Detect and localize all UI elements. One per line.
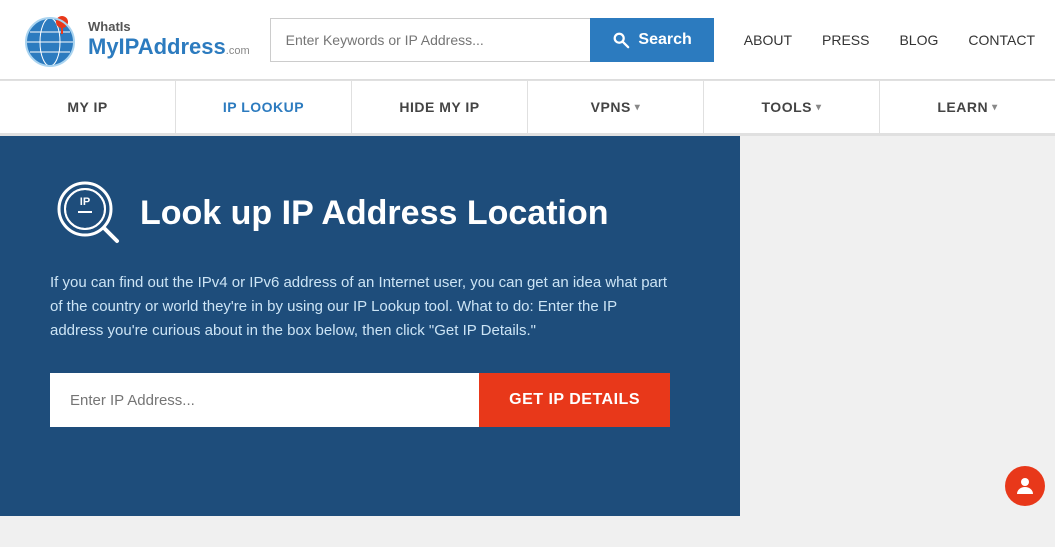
search-button[interactable]: Search (590, 18, 713, 62)
nav-item-my-ip[interactable]: MY IP (0, 81, 176, 133)
logo[interactable]: WhatIs MyIPAddress.com (20, 10, 250, 70)
svg-text:IP: IP (80, 196, 90, 208)
header: WhatIs MyIPAddress.com Search ABOUT PRES… (0, 0, 1055, 80)
nav-item-learn[interactable]: LEARN ▾ (880, 81, 1055, 133)
search-icon (612, 31, 630, 49)
ip-lookup-header: IP Look up IP Address Location (50, 176, 690, 251)
logo-whatis: WhatIs (88, 20, 250, 34)
ip-lookup-description: If you can find out the IPv4 or IPv6 add… (50, 271, 670, 343)
nav-item-hide-my-ip[interactable]: HIDE MY IP (352, 81, 528, 133)
top-nav-contact[interactable]: CONTACT (968, 32, 1035, 48)
ip-magnifier-icon: IP (50, 176, 125, 251)
main-nav: MY IP IP LOOKUP HIDE MY IP VPNS ▾ TOOLS … (0, 80, 1055, 136)
sidebar-person-icon (1005, 466, 1045, 506)
ip-lookup-title: Look up IP Address Location (140, 195, 609, 232)
nav-item-ip-lookup[interactable]: IP LOOKUP (176, 81, 352, 133)
logo-com: .com (226, 45, 250, 57)
sidebar (740, 136, 1055, 516)
main-content: IP Look up IP Address Location If you ca… (0, 136, 740, 516)
get-ip-details-button[interactable]: GET IP DETAILS (479, 373, 670, 427)
search-button-label: Search (638, 31, 691, 49)
logo-address: Address (138, 34, 226, 59)
learn-dropdown-arrow: ▾ (992, 102, 998, 113)
top-nav-press[interactable]: PRESS (822, 32, 869, 48)
search-area: Search (270, 18, 714, 62)
logo-text: WhatIs MyIPAddress.com (88, 20, 250, 58)
nav-item-vpns[interactable]: VPNS ▾ (528, 81, 704, 133)
person-icon (1013, 474, 1037, 498)
top-nav: ABOUT PRESS BLOG CONTACT (744, 32, 1035, 48)
tools-dropdown-arrow: ▾ (816, 102, 822, 113)
nav-item-tools[interactable]: TOOLS ▾ (704, 81, 880, 133)
search-input[interactable] (270, 18, 591, 62)
top-nav-blog[interactable]: BLOG (899, 32, 938, 48)
ip-form: GET IP DETAILS (50, 373, 670, 427)
logo-myip: MyIP (88, 34, 138, 59)
vpns-dropdown-arrow: ▾ (635, 102, 641, 113)
logo-globe-icon (20, 10, 80, 70)
ip-address-input[interactable] (50, 373, 479, 427)
content-wrapper: IP Look up IP Address Location If you ca… (0, 136, 1055, 516)
top-nav-about[interactable]: ABOUT (744, 32, 792, 48)
